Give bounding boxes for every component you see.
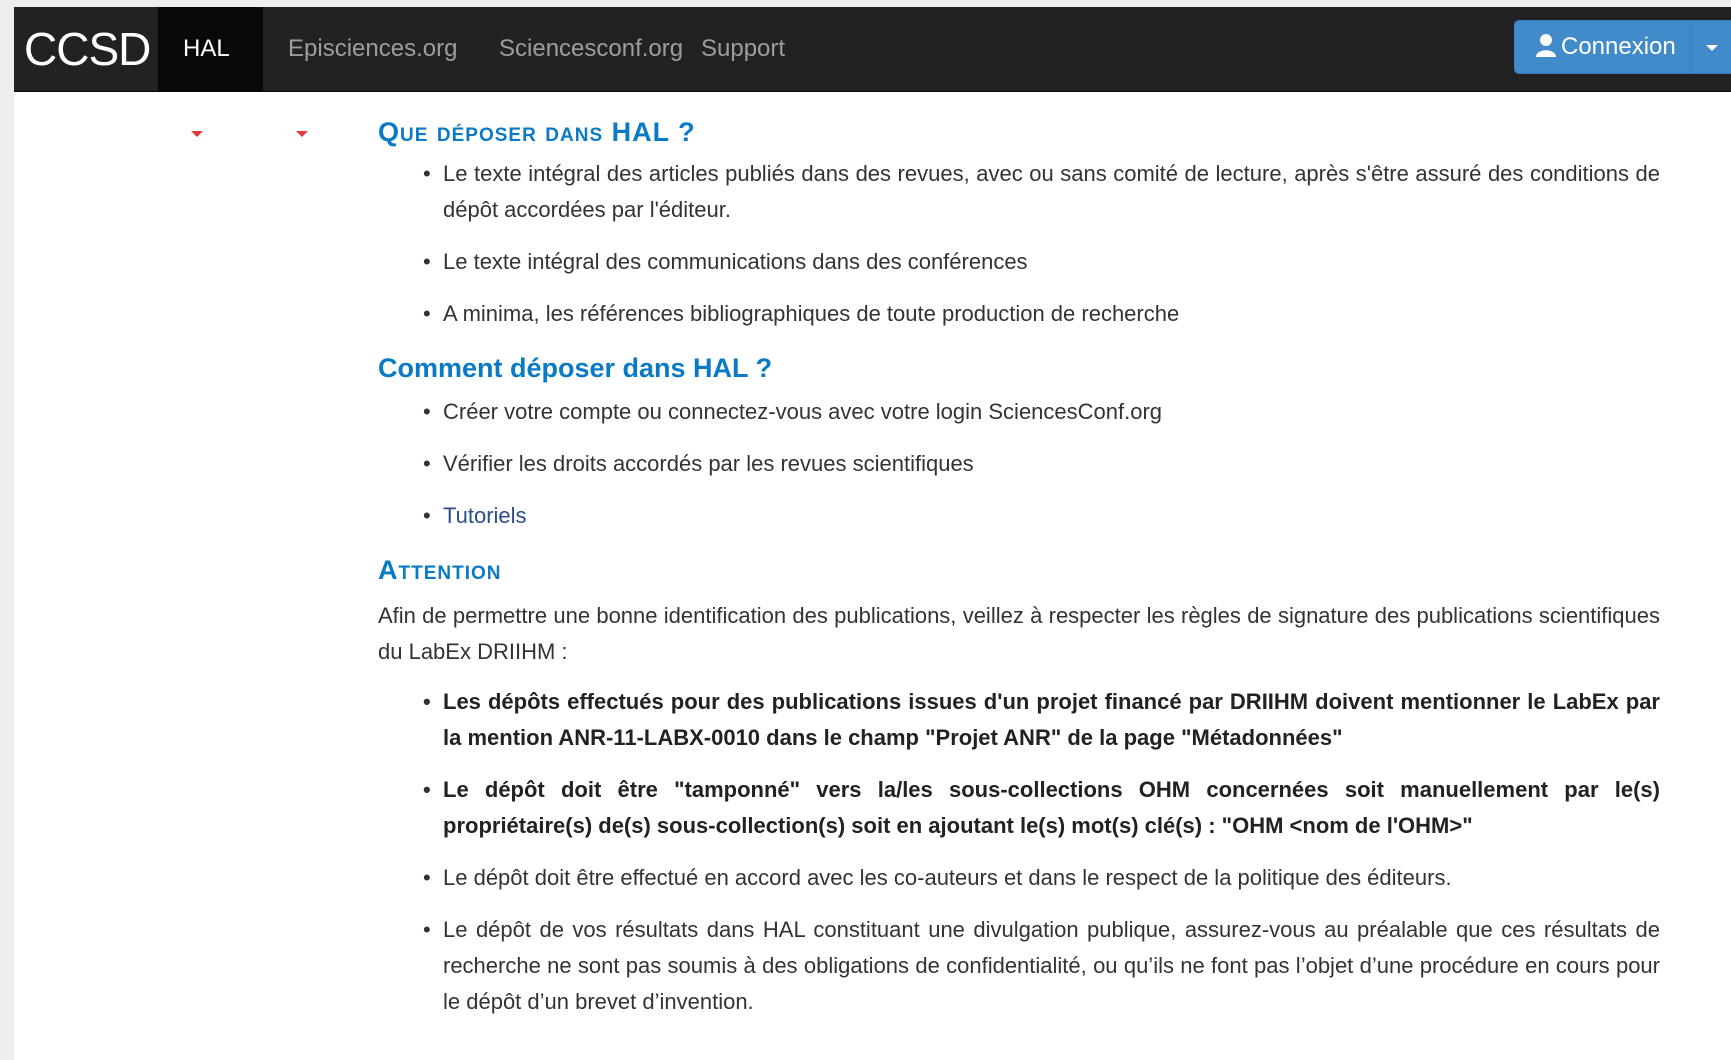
section-title-comment-deposer: Comment déposer dans HAL ? [378, 353, 773, 383]
list-item: Les dépôts effectués pour des publicatio… [423, 684, 1660, 756]
list-item: Créer votre compte ou connectez-vous ave… [423, 394, 1660, 430]
connexion-label: Connexion [1561, 33, 1676, 60]
section-title-attention: Attention [378, 555, 502, 585]
user-icon [1535, 24, 1557, 76]
tutoriels-link[interactable]: Tutoriels [443, 503, 527, 528]
top-navbar: CCSD HAL Episciences.org Sciencesconf.or… [14, 7, 1731, 137]
section-title-que-deposer: Que déposer dans HAL ? [378, 117, 696, 147]
caret-down-icon [1706, 45, 1718, 51]
nav-item-episciences-label: Episciences.org [288, 35, 458, 62]
caret-down-icon [296, 130, 308, 137]
main-content: Que déposer dans HAL ? Le texte intégral… [378, 100, 1660, 1036]
nav-item-episciences[interactable]: Episciences.org [263, 7, 475, 137]
list-item: Le dépôt doit être effectué en accord av… [423, 860, 1660, 896]
nav-item-hal-label: HAL [183, 35, 230, 62]
list-item: Le texte intégral des communications dan… [423, 244, 1660, 280]
connexion-button[interactable]: Connexion [1514, 20, 1692, 74]
window-frame-left [0, 0, 14, 1060]
login-button-group: Connexion [1514, 20, 1731, 74]
nav-item-support-label: Support [701, 35, 786, 62]
window-frame-top [0, 0, 1731, 7]
list-item: Le dépôt doit être "tamponné" vers la/le… [423, 772, 1660, 844]
list-item: Le texte intégral des articles publiés d… [423, 156, 1660, 228]
list-que-deposer: Le texte intégral des articles publiés d… [378, 156, 1660, 332]
nav-item-support[interactable]: Support [676, 7, 798, 91]
connexion-dropdown-toggle[interactable] [1691, 20, 1731, 74]
nav-item-sciencesconf[interactable]: Sciencesconf.org [474, 7, 684, 91]
nav-item-hal[interactable]: HAL [158, 7, 263, 137]
list-item: Vérifier les droits accordés par les rev… [423, 446, 1660, 482]
caret-down-icon [191, 130, 203, 137]
ccsd-logo[interactable]: CCSD [24, 23, 151, 75]
nav-item-sciencesconf-label: Sciencesconf.org [499, 35, 684, 62]
list-comment-deposer: Créer votre compte ou connectez-vous ave… [378, 394, 1660, 534]
attention-intro: Afin de permettre une bonne identificati… [378, 603, 1660, 664]
list-attention: Les dépôts effectués pour des publicatio… [378, 684, 1660, 1020]
list-item: A minima, les références bibliographique… [423, 296, 1660, 332]
brand-text: CCSD [24, 23, 151, 75]
list-item: Tutoriels [423, 498, 1660, 534]
list-item: Le dépôt de vos résultats dans HAL const… [423, 912, 1660, 1020]
